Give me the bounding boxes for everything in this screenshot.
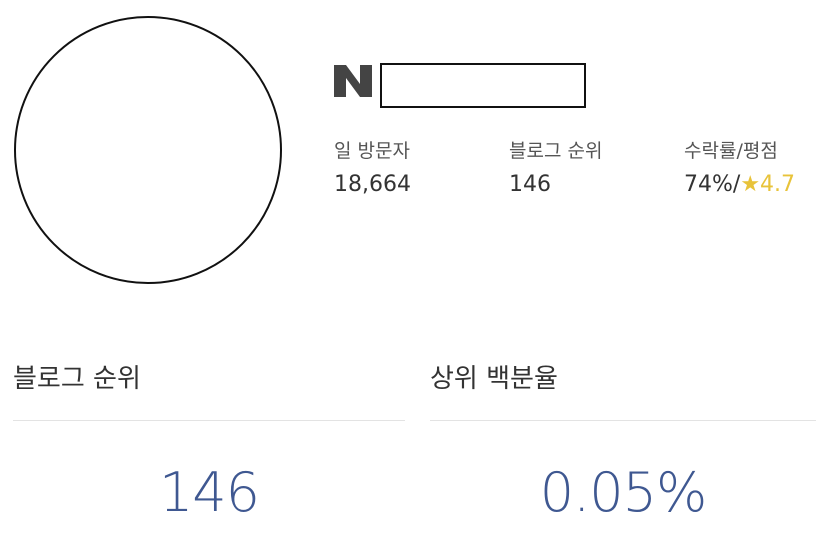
- star-icon: ★: [740, 172, 761, 197]
- section-blog-rank: 블로그 순위: [13, 360, 141, 398]
- blog-rank-section-title: 블로그 순위: [13, 364, 141, 394]
- section-percentile: 상위 백분율: [430, 360, 558, 398]
- stat-acceptance-rating: 수락률/평점 74%/★4.7: [684, 138, 795, 200]
- stat-blog-rank: 블로그 순위 146: [509, 138, 602, 200]
- acceptance-rating-value: 74%/★4.7: [684, 170, 795, 200]
- acceptance-rating-label: 수락률/평점: [684, 140, 778, 162]
- percentile-section-title: 상위 백분율: [430, 364, 558, 394]
- blog-rank-big-number: 146: [158, 461, 260, 524]
- rating-score: 4.7: [760, 172, 796, 197]
- blog-rank-value: 146: [509, 172, 551, 197]
- percentile-big-number: 0.05%: [539, 461, 708, 524]
- stat-daily-visitors: 일 방문자 18,664: [334, 138, 411, 200]
- divider: [430, 420, 816, 421]
- blog-rank-label: 블로그 순위: [509, 140, 603, 162]
- daily-visitors-value: 18,664: [334, 172, 411, 197]
- acceptance-rate: 74%/: [684, 172, 741, 197]
- daily-visitors-label: 일 방문자: [334, 140, 410, 162]
- avatar: [14, 16, 282, 284]
- profile-name-field: [380, 63, 586, 108]
- naver-n-icon: [334, 65, 372, 97]
- divider: [13, 420, 405, 421]
